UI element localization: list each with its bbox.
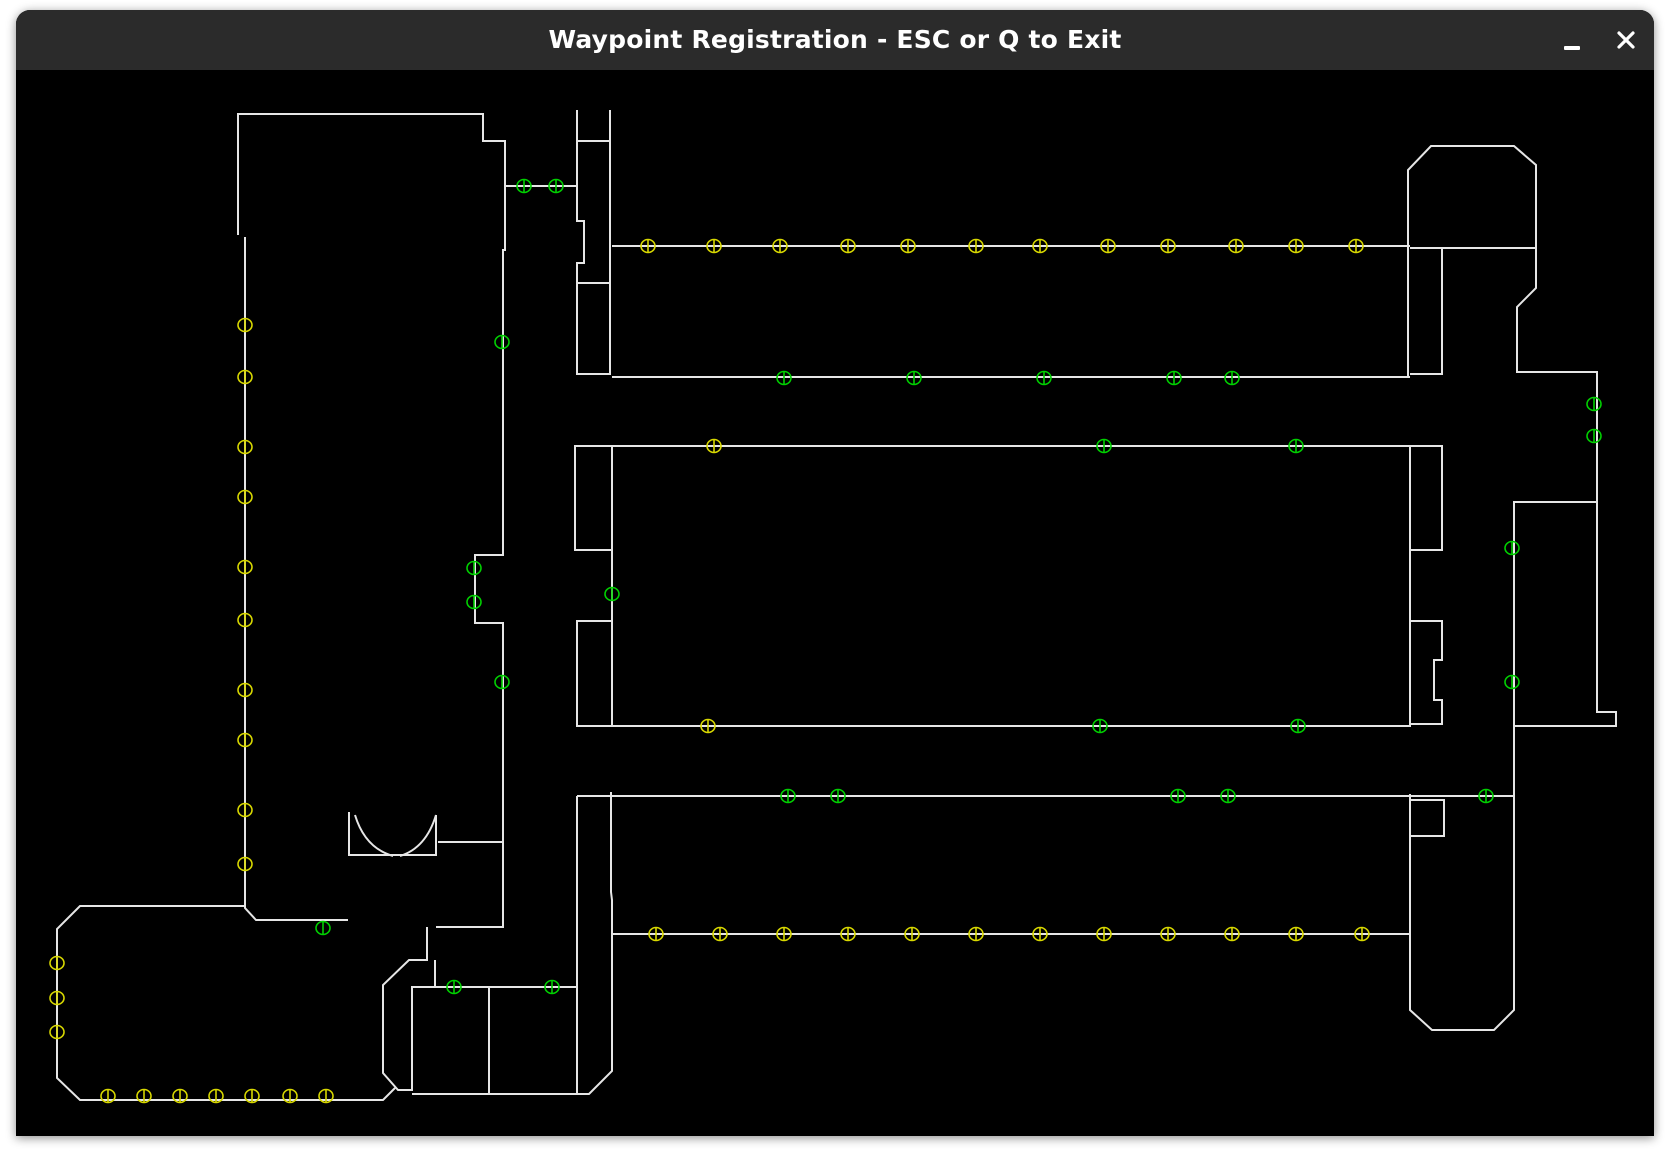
door-arc bbox=[399, 814, 437, 857]
wall-segment bbox=[244, 237, 348, 921]
waypoint-green[interactable] bbox=[494, 334, 510, 350]
wall-segment bbox=[576, 141, 611, 375]
waypoint-yellow[interactable] bbox=[282, 1088, 298, 1104]
waypoint-yellow[interactable] bbox=[100, 1088, 116, 1104]
wall-segment bbox=[237, 113, 506, 928]
waypoint-yellow[interactable] bbox=[49, 955, 65, 971]
window-title: Waypoint Registration - ESC or Q to Exit bbox=[548, 25, 1122, 54]
waypoint-yellow[interactable] bbox=[208, 1088, 224, 1104]
waypoint-green[interactable] bbox=[1586, 396, 1602, 412]
waypoint-green[interactable] bbox=[315, 920, 331, 936]
waypoint-yellow[interactable] bbox=[244, 1088, 260, 1104]
waypoint-yellow[interactable] bbox=[237, 682, 253, 698]
waypoint-yellow[interactable] bbox=[237, 439, 253, 455]
app-window: Waypoint Registration - ESC or Q to Exit bbox=[16, 10, 1654, 1136]
wall-segment bbox=[1410, 620, 1443, 725]
waypoint-yellow[interactable] bbox=[136, 1088, 152, 1104]
minimize-icon bbox=[1564, 46, 1580, 50]
door-arc bbox=[354, 814, 394, 857]
waypoints bbox=[49, 178, 1602, 1104]
waypoint-yellow[interactable] bbox=[318, 1088, 334, 1104]
title-bar[interactable]: Waypoint Registration - ESC or Q to Exit bbox=[16, 10, 1654, 70]
waypoint-yellow[interactable] bbox=[172, 1088, 188, 1104]
wall-segment bbox=[56, 905, 396, 1101]
waypoint-yellow[interactable] bbox=[237, 317, 253, 333]
wall-segment bbox=[1410, 445, 1443, 551]
wall-segment bbox=[574, 445, 613, 551]
waypoint-yellow[interactable] bbox=[237, 612, 253, 628]
waypoint-yellow[interactable] bbox=[237, 802, 253, 818]
map-canvas[interactable] bbox=[16, 70, 1654, 1136]
waypoint-green[interactable] bbox=[1504, 540, 1520, 556]
wall-segment bbox=[382, 927, 436, 1091]
wall-segment bbox=[1409, 726, 1515, 1031]
waypoint-yellow[interactable] bbox=[237, 489, 253, 505]
wall-segment bbox=[576, 620, 612, 727]
waypoint-green[interactable] bbox=[1504, 674, 1520, 690]
waypoint-green[interactable] bbox=[466, 594, 482, 610]
waypoint-green[interactable] bbox=[466, 560, 482, 576]
floor-plan-map[interactable] bbox=[16, 70, 1654, 1136]
wall-segment bbox=[611, 445, 1411, 727]
close-icon bbox=[1617, 31, 1635, 49]
walls bbox=[56, 110, 1617, 1101]
minimize-button[interactable] bbox=[1556, 24, 1588, 56]
waypoint-yellow[interactable] bbox=[49, 990, 65, 1006]
waypoint-yellow[interactable] bbox=[49, 1024, 65, 1040]
wall-segment bbox=[412, 792, 613, 1095]
waypoint-green[interactable] bbox=[1586, 428, 1602, 444]
waypoint-yellow[interactable] bbox=[237, 369, 253, 385]
wall-segment bbox=[1410, 799, 1445, 837]
waypoint-yellow[interactable] bbox=[237, 559, 253, 575]
waypoint-yellow[interactable] bbox=[237, 732, 253, 748]
waypoint-green[interactable] bbox=[604, 586, 620, 602]
waypoint-green[interactable] bbox=[494, 674, 510, 690]
wall-segment bbox=[1410, 248, 1443, 375]
waypoint-yellow[interactable] bbox=[237, 856, 253, 872]
wall-segment bbox=[1407, 145, 1617, 727]
close-button[interactable] bbox=[1610, 24, 1642, 56]
wall-segment bbox=[576, 110, 611, 142]
